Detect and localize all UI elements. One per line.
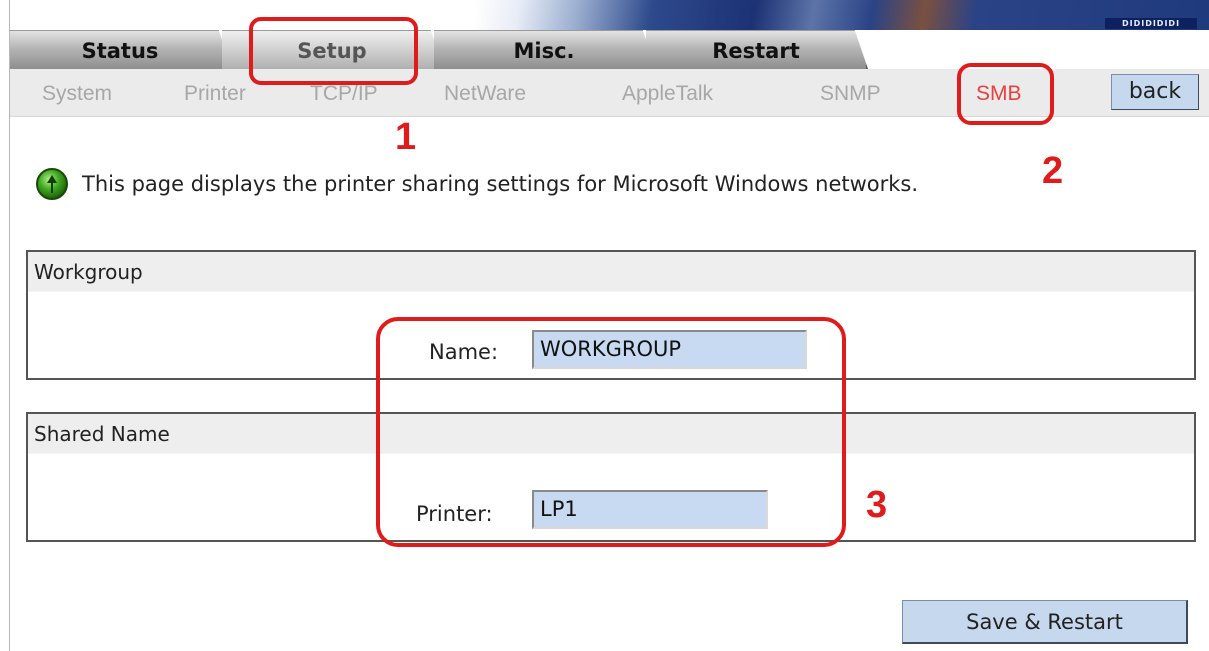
back-button[interactable]: back bbox=[1111, 74, 1199, 110]
subnav-printer[interactable]: Printer bbox=[184, 69, 246, 117]
info-text: This page displays the printer sharing s… bbox=[82, 172, 919, 196]
info-icon bbox=[36, 168, 68, 200]
annotation-number-3: 3 bbox=[866, 484, 888, 526]
subnav-system[interactable]: System bbox=[42, 69, 112, 117]
subnav-snmp[interactable]: SNMP bbox=[820, 69, 881, 117]
annotation-highlight-smb bbox=[957, 63, 1054, 125]
workgroup-heading: Workgroup bbox=[28, 252, 1194, 292]
subnav-appletalk[interactable]: AppleTalk bbox=[622, 69, 713, 117]
annotation-highlight-setup bbox=[249, 17, 418, 85]
banner-stripe: DIDIDIDIDI bbox=[1105, 18, 1197, 29]
save-restart-button[interactable]: Save & Restart bbox=[902, 600, 1188, 644]
annotation-number-2: 2 bbox=[1042, 150, 1064, 192]
info-message: This page displays the printer sharing s… bbox=[36, 168, 918, 200]
tab-status[interactable]: Status bbox=[10, 30, 232, 69]
annotation-number-1: 1 bbox=[395, 116, 417, 158]
tab-misc[interactable]: Misc. bbox=[434, 30, 656, 69]
header-banner: DIDIDIDIDI bbox=[476, 0, 1209, 30]
annotation-highlight-fields bbox=[376, 317, 846, 547]
subnav-netware[interactable]: NetWare bbox=[444, 69, 526, 117]
tab-restart[interactable]: Restart bbox=[646, 30, 868, 69]
